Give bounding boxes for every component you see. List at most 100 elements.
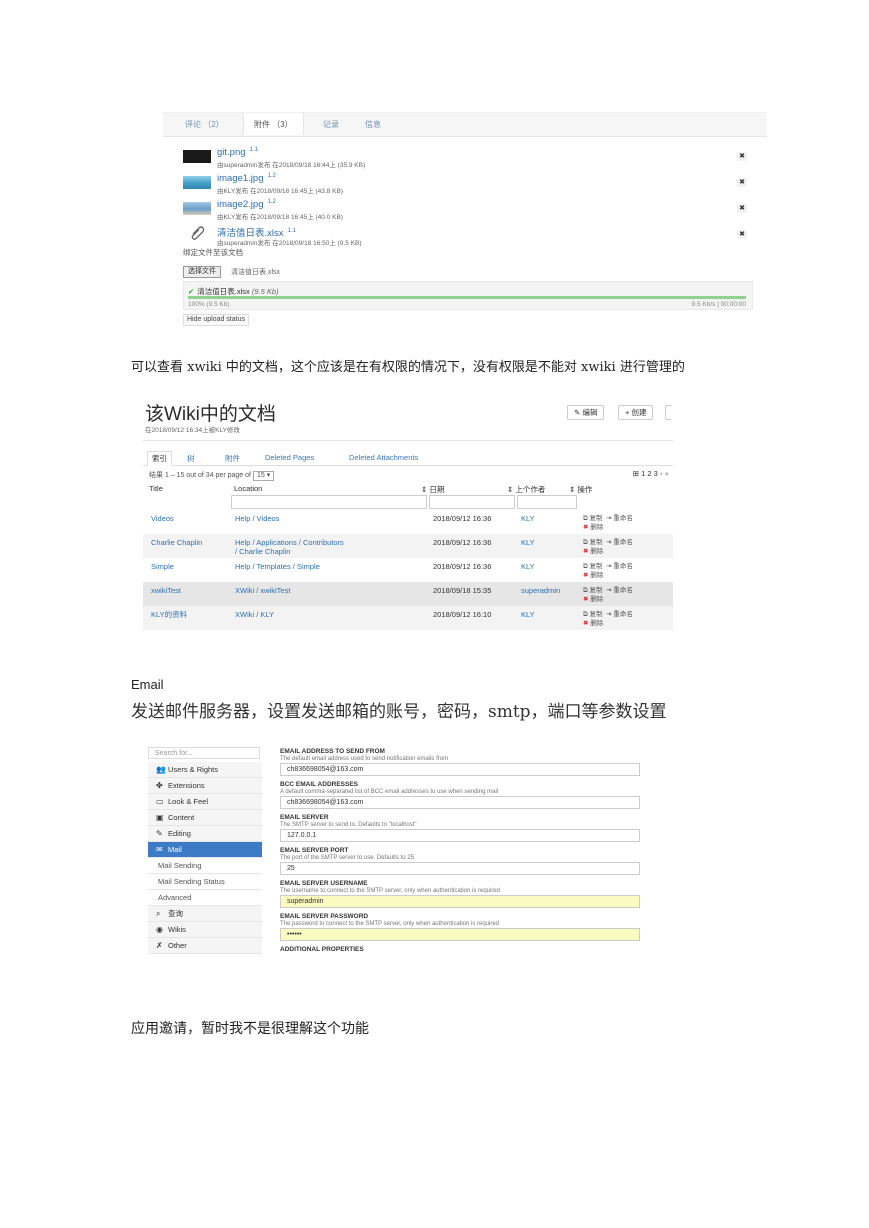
field-input[interactable]: superadmin (280, 895, 640, 908)
doc-title[interactable]: Videos (151, 514, 174, 523)
sidebar-item-查询[interactable]: ⌕ 查询 (148, 906, 262, 922)
copy-action[interactable]: ⧉ 复制 (583, 611, 602, 618)
field-input[interactable]: •••••• (280, 928, 640, 941)
doc-title[interactable]: KLY的资料 (151, 610, 187, 619)
attachment-name[interactable]: git.png 1.1 (217, 147, 258, 158)
delete-icon[interactable]: ✖ (737, 230, 747, 239)
rename-action[interactable]: ⇥ 重命名 (606, 587, 633, 594)
table-row: Videos Help / Videos 2018/09/12 16:36 KL… (143, 510, 673, 534)
delete-action[interactable]: ✖ 删除 (583, 524, 603, 531)
column-date[interactable]: ⇕ 日期 (421, 484, 444, 495)
copy-action[interactable]: ⧉ 复制 (583, 539, 602, 546)
more-button[interactable] (665, 405, 672, 420)
sidebar-item-users-rights[interactable]: 👥 Users & Rights (148, 762, 262, 778)
author-filter-input[interactable] (517, 495, 577, 509)
rename-action[interactable]: ⇥ 重命名 (606, 539, 633, 546)
field-input[interactable]: ch836698054@163.com (280, 763, 640, 776)
doc-location[interactable]: Help / Templates / Simple (235, 562, 320, 571)
field-input[interactable]: 25 (280, 862, 640, 875)
doc-title[interactable]: Charlie Chaplin (151, 538, 202, 547)
tab-comments[interactable]: 评论 （2） (185, 119, 224, 130)
sidebar-item-mail[interactable]: ✉ Mail (148, 842, 262, 858)
location-filter-input[interactable] (231, 495, 427, 509)
delete-action[interactable]: ✖ 删除 (583, 572, 603, 579)
delete-action[interactable]: ✖ 删除 (583, 596, 603, 603)
thumbnail-image[interactable] (183, 202, 211, 215)
row-actions: ⧉ 复制 ⇥ 重命名 ✖ 删除 (583, 562, 633, 580)
sidebar-item-look-feel[interactable]: ▭ Look & Feel (148, 794, 262, 810)
tab-deleted-pages[interactable]: Deleted Pages (265, 453, 314, 462)
thumbnail-image[interactable] (183, 176, 211, 189)
create-button[interactable]: + 创建 (618, 405, 654, 420)
pagination[interactable]: ⊞ 1 2 3 ◐● (633, 469, 669, 478)
field-input[interactable]: ch836698054@163.com (280, 796, 640, 809)
field-input[interactable]: 127.0.0.1 (280, 829, 640, 842)
attachment-name[interactable]: image2.jpg 1.2 (217, 199, 276, 210)
doc-date: 2018/09/12 16:36 (433, 538, 492, 547)
row-actions: ⧉ 复制 ⇥ 重命名 ✖ 删除 (583, 610, 633, 628)
sidebar-item-advanced[interactable]: Advanced (148, 890, 262, 906)
docs-tabs: 索引 树 附件 Deleted Pages Deleted Attachment… (143, 451, 673, 466)
toggle-icon[interactable]: ◐● (660, 469, 669, 478)
field-hint: The password to connect to the SMTP serv… (280, 921, 500, 927)
tab-index[interactable]: 索引 (147, 451, 172, 466)
delete-action[interactable]: ✖ 删除 (583, 548, 603, 555)
copy-action[interactable]: ⧉ 复制 (583, 563, 602, 570)
pencil-icon: ✎ (156, 829, 163, 838)
doc-location[interactable]: XWiki / KLY (235, 610, 274, 619)
sidebar-item-mail-sending-status[interactable]: Mail Sending Status (148, 874, 262, 890)
delete-icon[interactable]: ✖ (737, 152, 747, 161)
copy-action[interactable]: ⧉ 复制 (583, 587, 602, 594)
admin-search-input[interactable]: Search for... (148, 747, 260, 759)
doc-author[interactable]: superadmin (521, 586, 560, 595)
attachment-row: image2.jpg 1.2 由KLY发布 在2018/09/18 16:45上 … (183, 199, 755, 224)
tab-deleted-attachments[interactable]: Deleted Attachments (349, 453, 418, 462)
rename-action[interactable]: ⇥ 重命名 (606, 515, 633, 522)
sidebar-item-other[interactable]: ✗ Other (148, 938, 262, 954)
doc-location[interactable]: Help / Applications / Contributors / Char… (235, 538, 344, 556)
upload-status: ✔ 清洁值日表.xlsx (9.5 Kb) 100% (9.5 Kb) 9.5 K… (183, 281, 753, 310)
tab-history[interactable]: 记录 (323, 119, 339, 130)
rename-action[interactable]: ⇥ 重命名 (606, 611, 633, 618)
doc-date: 2018/09/18 15:35 (433, 586, 492, 595)
date-filter-input[interactable] (429, 495, 515, 509)
thumbnail-image[interactable] (183, 150, 211, 163)
sidebar-item-mail-sending[interactable]: Mail Sending (148, 858, 262, 874)
paragraph-invite: 应用邀请，暂时我不是很理解这个功能 (131, 1021, 369, 1037)
delete-icon[interactable]: ✖ (737, 204, 747, 213)
field-label: EMAIL SERVER (280, 814, 329, 821)
doc-author[interactable]: KLY (521, 610, 535, 619)
copy-action[interactable]: ⧉ 复制 (583, 515, 602, 522)
table-row: Simple Help / Templates / Simple 2018/09… (143, 558, 673, 582)
column-author[interactable]: ⇕ 上个作者 (507, 484, 545, 495)
field-label: EMAIL ADDRESS TO SEND FROM (280, 748, 385, 755)
mail-field: BCC EMAIL ADDRESSES A default comma-separ… (280, 781, 640, 809)
wiki-docs-panel: 该Wiki中的文档 在2018/09/12 16:34上被KLY修改 ✎ 编辑 … (143, 399, 673, 631)
doc-author[interactable]: KLY (521, 538, 535, 547)
choose-file-button[interactable]: 选择文件 (183, 266, 221, 278)
doc-author[interactable]: KLY (521, 514, 535, 523)
tab-info[interactable]: 信息 (365, 119, 381, 130)
per-page-select[interactable]: 15 ▾ (252, 471, 275, 481)
doc-author[interactable]: KLY (521, 562, 535, 571)
doc-title[interactable]: Simple (151, 562, 174, 571)
check-icon: ✔ (188, 287, 195, 296)
column-location[interactable]: Location (234, 484, 262, 493)
rename-action[interactable]: ⇥ 重命名 (606, 563, 633, 570)
attachment-name[interactable]: image1.jpg 1.2 (217, 173, 276, 184)
delete-icon[interactable]: ✖ (737, 178, 747, 187)
tab-tree[interactable]: 树 (187, 453, 195, 464)
sidebar-item-editing[interactable]: ✎ Editing (148, 826, 262, 842)
hide-upload-status-button[interactable]: Hide upload status (183, 314, 249, 326)
edit-button[interactable]: ✎ 编辑 (567, 405, 605, 420)
sidebar-item-content[interactable]: ▣ Content (148, 810, 262, 826)
tab-attachments[interactable]: 附件 (225, 453, 240, 464)
doc-title[interactable]: xwikiTest (151, 586, 181, 595)
doc-location[interactable]: Help / Videos (235, 514, 279, 523)
sidebar-item-wikis[interactable]: ◉ Wikis (148, 922, 262, 938)
delete-action[interactable]: ✖ 删除 (583, 620, 603, 627)
tab-attachments[interactable]: 附件 （3） (243, 113, 304, 135)
attachment-meta: 由superadmin发布 在2018/09/18 16:50上 (9.5 KB… (217, 240, 362, 247)
doc-location[interactable]: XWiki / xwikiTest (235, 586, 290, 595)
sidebar-item-extensions[interactable]: ✤ Extensions (148, 778, 262, 794)
